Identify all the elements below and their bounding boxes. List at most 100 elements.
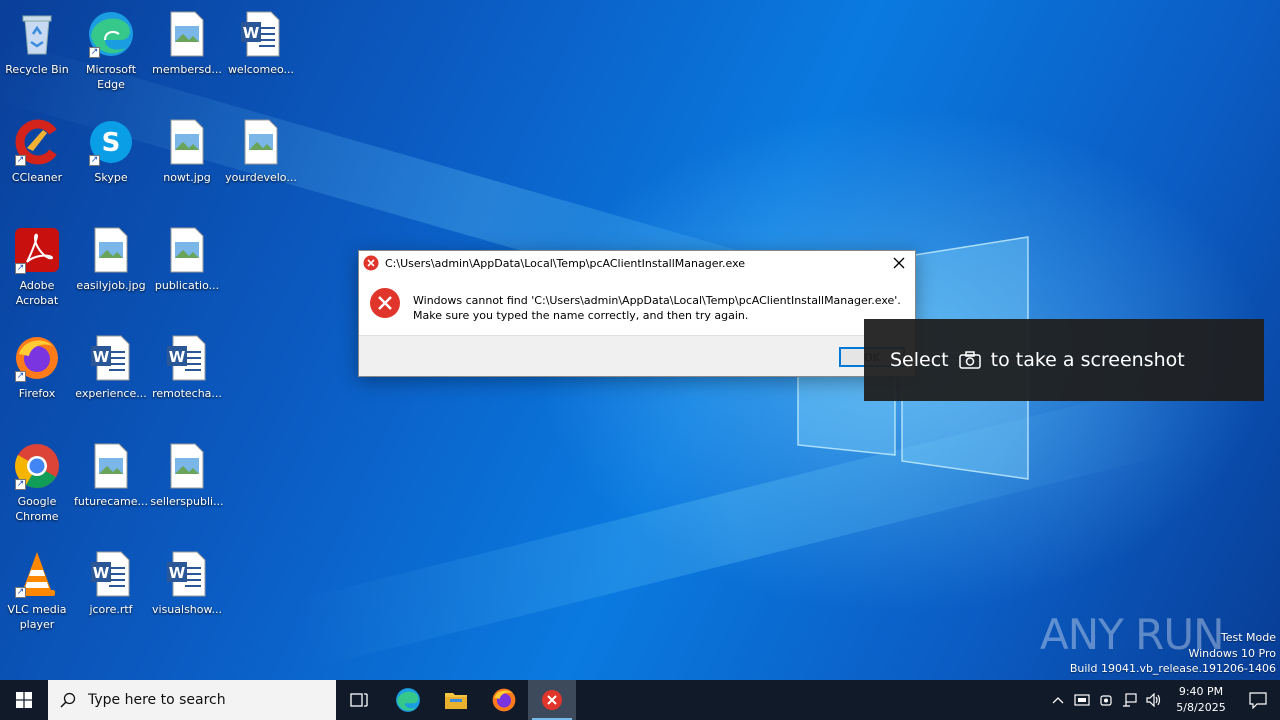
network-icon [1123,693,1137,707]
tray-app-button[interactable] [1070,680,1094,720]
desktop-icon-jcore[interactable]: W jcore.rtf [74,544,148,644]
desktop-icon-vlc[interactable]: ↗ VLC media player [0,544,74,644]
folder-icon [445,693,467,709]
desktop-icon-easilyjob[interactable]: easilyjob.jpg [74,220,148,320]
dialog-titlebar[interactable]: C:\Users\admin\AppData\Local\Temp\pcACli… [359,251,915,275]
icon-label: remotecha... [152,387,222,400]
desktop-icon-remotecha[interactable]: W remotecha... [150,328,224,428]
clock[interactable]: 9:40 PM 5/8/2025 [1166,684,1236,716]
icon-label: Microsoft Edge [85,63,137,91]
windows-start-icon [16,692,32,708]
desktop-icon-recycle-bin[interactable]: Recycle Bin [0,4,74,104]
desktop-icon-publicatio[interactable]: publicatio... [150,220,224,320]
image-file-icon [163,10,211,58]
icon-label: jcore.rtf [89,603,133,616]
taskbar-firefox[interactable] [480,680,528,720]
error-icon [542,690,562,710]
svg-text:W: W [93,348,110,366]
dialog-body: Windows cannot find 'C:\Users\admin\AppD… [359,275,915,335]
task-view-icon [350,693,368,707]
tray-app-button[interactable] [1094,680,1118,720]
dialog-footer: OK [359,335,915,376]
desktop-icon-ccleaner[interactable]: ↗ CCleaner [0,112,74,212]
message-line-2: Make sure you typed the name correctly, … [413,309,749,322]
skype-icon: S ↗ [87,118,135,166]
image-file-icon [163,442,211,490]
icon-label: yourdevelo... [225,171,297,184]
firefox-icon: ↗ [13,334,61,382]
icon-label: visualshow... [152,603,222,616]
dialog-message: Windows cannot find 'C:\Users\admin\AppD… [413,293,901,335]
error-dialog: C:\Users\admin\AppData\Local\Temp\pcACli… [358,250,916,377]
device-icon [1100,695,1112,706]
clock-time: 9:40 PM [1178,685,1224,698]
desktop-icon-skype[interactable]: S ↗ Skype [74,112,148,212]
desktop-icon-firefox[interactable]: ↗ Firefox [0,328,74,428]
svg-text:W: W [169,348,186,366]
icon-label: easilyjob.jpg [76,279,146,292]
word-doc-icon: W [87,334,135,382]
word-doc-icon: W [237,10,285,58]
network-button[interactable] [1118,680,1142,720]
start-button[interactable] [0,680,48,720]
vlc-icon: ↗ [13,550,61,598]
edition-text: Windows 10 Pro [1188,646,1276,660]
icon-label: welcomeo... [227,63,295,76]
error-icon [363,255,379,271]
taskbar-error-dialog[interactable] [528,680,576,720]
desktop: Recycle Bin ↗ CCleaner ↗ Adobe Acrobat ↗… [0,0,1280,680]
taskbar-edge[interactable] [384,680,432,720]
desktop-icon-sellerspubli[interactable]: sellerspubli... [150,436,224,536]
image-file-icon [87,442,135,490]
desktop-icon-experience[interactable]: W experience... [74,328,148,428]
system-info: Test Mode Windows 10 Pro Build 19041.vb_… [1070,630,1276,677]
speaker-icon [1146,693,1161,707]
acrobat-icon: ↗ [13,226,61,274]
taskbar: Type here to search 9:40 PM 5/8/2025 [0,680,1280,720]
show-hidden-icons-button[interactable] [1046,680,1070,720]
icon-label: nowt.jpg [163,171,211,184]
keyboard-icon [1074,694,1090,706]
volume-button[interactable] [1142,680,1166,720]
toast-text-before: Select [890,349,949,371]
desktop-icon-membersd[interactable]: membersd... [150,4,224,104]
taskbar-search-box[interactable]: Type here to search [48,680,336,720]
edge-icon: ↗ [87,10,135,58]
icon-label: Google Chrome [15,495,59,523]
task-view-button[interactable] [336,680,384,720]
icon-label: Recycle Bin [5,63,69,76]
clock-date: 5/8/2025 [1176,701,1226,714]
svg-text:W: W [169,564,186,582]
desktop-icon-visualshow[interactable]: W visualshow... [150,544,224,644]
desktop-icon-adobe-acrobat[interactable]: ↗ Adobe Acrobat [0,220,74,320]
toast-text-after: to take a screenshot [990,349,1185,371]
chrome-icon: ↗ [13,442,61,490]
error-icon [370,288,400,318]
action-center-button[interactable] [1236,680,1280,720]
desktop-icon-yourdevelo[interactable]: yourdevelo... [224,112,298,212]
image-file-icon [237,118,285,166]
svg-text:W: W [93,564,110,582]
desktop-icon-microsoft-edge[interactable]: ↗ Microsoft Edge [74,4,148,104]
icon-label: Adobe Acrobat [15,279,59,307]
desktop-icon-welcomeo[interactable]: W welcomeo... [224,4,298,104]
desktop-icon-futurecame[interactable]: futurecame... [74,436,148,536]
desktop-icon-nowt[interactable]: nowt.jpg [150,112,224,212]
icon-label: experience... [75,387,147,400]
system-tray: 9:40 PM 5/8/2025 [1046,680,1280,720]
desktop-icon-google-chrome[interactable]: ↗ Google Chrome [0,436,74,536]
camera-icon [958,351,981,369]
word-doc-icon: W [163,550,211,598]
icon-label: sellerspubli... [150,495,224,508]
icon-label: publicatio... [154,279,220,292]
svg-text:W: W [243,24,260,42]
close-button[interactable] [883,251,915,275]
image-file-icon [163,226,211,274]
firefox-icon [492,688,516,712]
recycle-bin-icon [13,10,61,58]
taskbar-file-explorer[interactable] [432,680,480,720]
icon-label: VLC media player [7,603,67,631]
word-doc-icon: W [163,334,211,382]
search-placeholder: Type here to search [88,692,226,708]
close-icon [893,257,905,269]
